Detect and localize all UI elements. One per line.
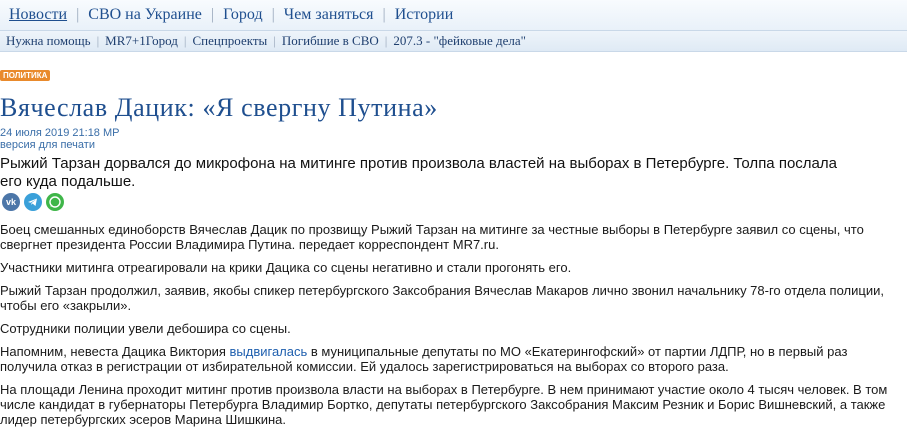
inline-link-nominated[interactable]: выдвигалась [229,344,307,359]
nav-item-svo[interactable]: СВО на Украине [79,6,211,24]
article-body: Боец смешанных единоборств Вячеслав Даци… [0,222,900,435]
article-lead: Рыжий Тарзан дорвался до микрофона на ми… [0,155,837,190]
share-buttons: vk [2,193,64,211]
paragraph: Рыжий Тарзан продолжил, заявив, якобы сп… [0,283,884,313]
whatsapp-icon[interactable] [46,193,64,211]
nav-item-mr7-city[interactable]: MR7+1Город [99,33,184,49]
article-title: Вячеслав Дацик: «Я свергну Путина» [0,93,438,122]
nav-item-help[interactable]: Нужна помощь [0,33,97,49]
article-date: 24 июля 2019 21:18 МР [0,127,120,139]
nav-item-special-projects[interactable]: Спецпроекты [186,33,273,49]
paragraph: Участники митинга отреагировали на крики… [0,260,572,275]
paragraph: На площади Ленина проходит митинг против… [0,382,888,427]
paragraph: Сотрудники полиции увели дебошира со сце… [0,321,291,336]
nav-item-what-to-do[interactable]: Чем заняться [275,6,383,24]
print-version-link[interactable]: версия для печати [0,139,95,151]
nav-item-fallen[interactable]: Погибшие в СВО [276,33,385,49]
primary-nav: Новости | СВО на Украине | Город | Чем з… [0,0,907,31]
rubric-badge[interactable]: ПОЛИТИКА [0,70,51,81]
paragraph: Напомним, невеста Дацика Виктория выдвиг… [0,344,900,374]
nav-item-stories[interactable]: Истории [386,6,463,24]
secondary-nav: Нужна помощь | MR7+1Город | Спецпроекты … [0,31,907,52]
paragraph-text: Напомним, невеста Дацика Виктория [0,344,230,359]
vk-icon[interactable]: vk [2,193,20,211]
telegram-icon[interactable] [24,193,42,211]
nav-item-news[interactable]: Новости [0,6,76,24]
nav-item-city[interactable]: Город [214,6,272,24]
paragraph: Боец смешанных единоборств Вячеслав Даци… [0,222,864,252]
nav-item-fake-cases[interactable]: 207.3 - "фейковые дела" [387,33,532,49]
